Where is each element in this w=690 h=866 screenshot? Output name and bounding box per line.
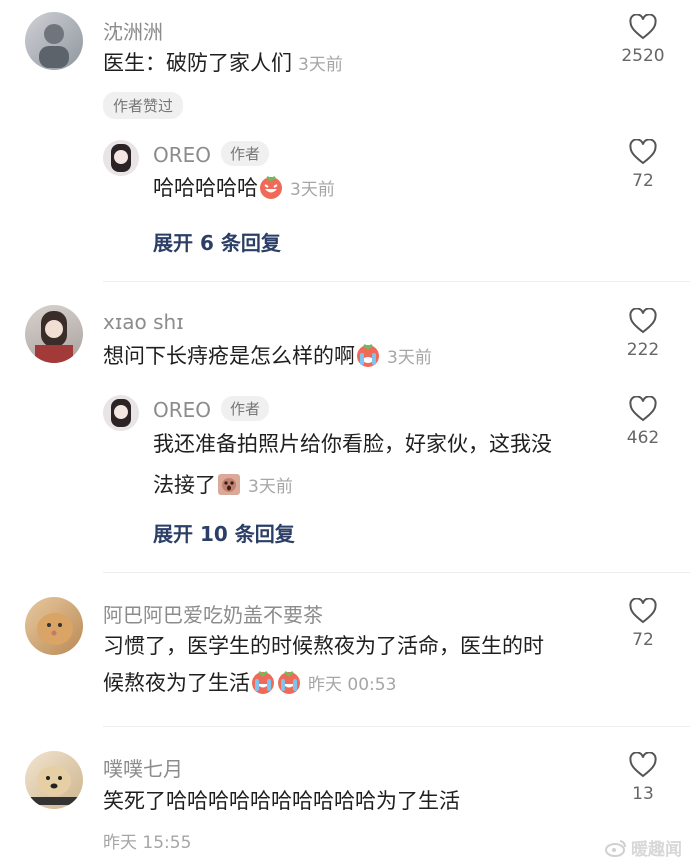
reply-author[interactable]: OREO 作者 bbox=[153, 141, 270, 167]
author-liked-badge: 作者赞过 bbox=[103, 92, 184, 119]
reply-time: 3天前 bbox=[248, 477, 293, 497]
comment-time: 3天前 bbox=[387, 348, 432, 368]
crying-emoji-icon bbox=[355, 342, 381, 378]
comment-time: 3天前 bbox=[298, 55, 343, 75]
reply-text-body: 法接了 bbox=[153, 473, 216, 497]
divider bbox=[103, 281, 690, 282]
like-button[interactable]: 222 bbox=[618, 308, 668, 360]
reply-time: 3天前 bbox=[290, 180, 335, 200]
author-tag: 作者 bbox=[221, 141, 270, 166]
expand-replies-button[interactable]: 展开 6 条回复 bbox=[153, 227, 281, 256]
weibo-logo-icon bbox=[605, 839, 627, 862]
heart-icon bbox=[629, 14, 657, 40]
reply-text-body: 哈哈哈哈哈 bbox=[153, 176, 258, 200]
crying-emoji-icon bbox=[276, 669, 302, 705]
expand-replies-button[interactable]: 展开 10 条回复 bbox=[153, 518, 295, 547]
comment-text-line: 候熬夜为了生活 昨天 00:53 bbox=[103, 667, 603, 705]
heart-icon bbox=[629, 139, 657, 165]
comment-text-line: 习惯了，医学生的时候熬夜为了活命，医生的时 bbox=[103, 634, 544, 658]
heart-icon bbox=[629, 752, 657, 778]
author-tag: 作者 bbox=[221, 396, 270, 421]
comment-author[interactable]: xɪao shɪ bbox=[103, 310, 184, 334]
shocked-emoji-icon bbox=[216, 471, 242, 507]
reply-text-line: 法接了 3天前 bbox=[153, 469, 623, 507]
comment-text-body: 候熬夜为了生活 bbox=[103, 671, 250, 695]
comment-text-body: 想问下长痔疮是怎么样的啊 bbox=[103, 344, 355, 368]
comment-thread: 沈洲洲 医生：破防了家人们 3天前 作者赞过 2520 OREO 作者 哈哈哈哈哈 3… bbox=[0, 0, 690, 866]
crying-emoji-icon bbox=[250, 669, 276, 705]
reply-like-button[interactable]: 72 bbox=[618, 139, 668, 191]
like-count: 13 bbox=[632, 784, 654, 804]
avatar[interactable] bbox=[25, 12, 83, 70]
like-count: 72 bbox=[632, 171, 654, 191]
comment-author[interactable]: 阿巴阿巴爱吃奶盖不要茶 bbox=[103, 599, 323, 628]
comment-text: 医生：破防了家人们 3天前 bbox=[103, 47, 343, 82]
reply-avatar[interactable] bbox=[103, 140, 139, 176]
avatar[interactable] bbox=[25, 597, 83, 655]
like-count: 72 bbox=[632, 630, 654, 650]
like-count: 462 bbox=[626, 428, 660, 448]
reply-like-button[interactable]: 462 bbox=[618, 396, 668, 448]
watermark-text: 暖趣闻 bbox=[631, 840, 682, 860]
reply-text-line: 我还准备拍照片给你看脸，好家伙，这我没 bbox=[153, 432, 552, 456]
comment-author[interactable]: 噗噗七月 bbox=[103, 753, 183, 782]
comment-text-body: 医生：破防了家人们 bbox=[103, 51, 292, 75]
comment-author[interactable]: 沈洲洲 bbox=[103, 16, 163, 45]
avatar[interactable] bbox=[25, 751, 83, 809]
like-count: 222 bbox=[626, 340, 660, 360]
reply-text: 哈哈哈哈哈 3天前 bbox=[153, 172, 335, 210]
comment-time: 昨天 15:55 bbox=[103, 833, 192, 853]
watermark: 暖趣闻 bbox=[605, 835, 682, 862]
divider bbox=[103, 726, 690, 727]
like-button[interactable]: 13 bbox=[618, 752, 668, 804]
reply-text: 我还准备拍照片给你看脸，好家伙，这我没 法接了 3天前 bbox=[153, 428, 623, 507]
reply-author-name: OREO bbox=[153, 398, 212, 422]
heart-icon bbox=[629, 598, 657, 624]
comment-text: 想问下长痔疮是怎么样的啊 3天前 bbox=[103, 340, 432, 378]
avatar[interactable] bbox=[25, 305, 83, 363]
laughing-emoji-icon bbox=[258, 174, 284, 210]
reply-author[interactable]: OREO 作者 bbox=[153, 396, 270, 422]
comment-time: 昨天 00:53 bbox=[308, 675, 397, 695]
divider bbox=[103, 572, 690, 573]
heart-icon bbox=[629, 396, 657, 422]
reply-avatar[interactable] bbox=[103, 395, 139, 431]
like-button[interactable]: 2520 bbox=[618, 14, 668, 66]
comment-text: 习惯了，医学生的时候熬夜为了活命，医生的时 候熬夜为了生活 昨天 00:53 bbox=[103, 630, 603, 705]
comment-text: 笑死了哈哈哈哈哈哈哈哈哈哈为了生活 bbox=[103, 789, 460, 813]
like-button[interactable]: 72 bbox=[618, 598, 668, 650]
reply-author-name: OREO bbox=[153, 143, 212, 167]
heart-icon bbox=[629, 308, 657, 334]
like-count: 2520 bbox=[621, 46, 665, 66]
